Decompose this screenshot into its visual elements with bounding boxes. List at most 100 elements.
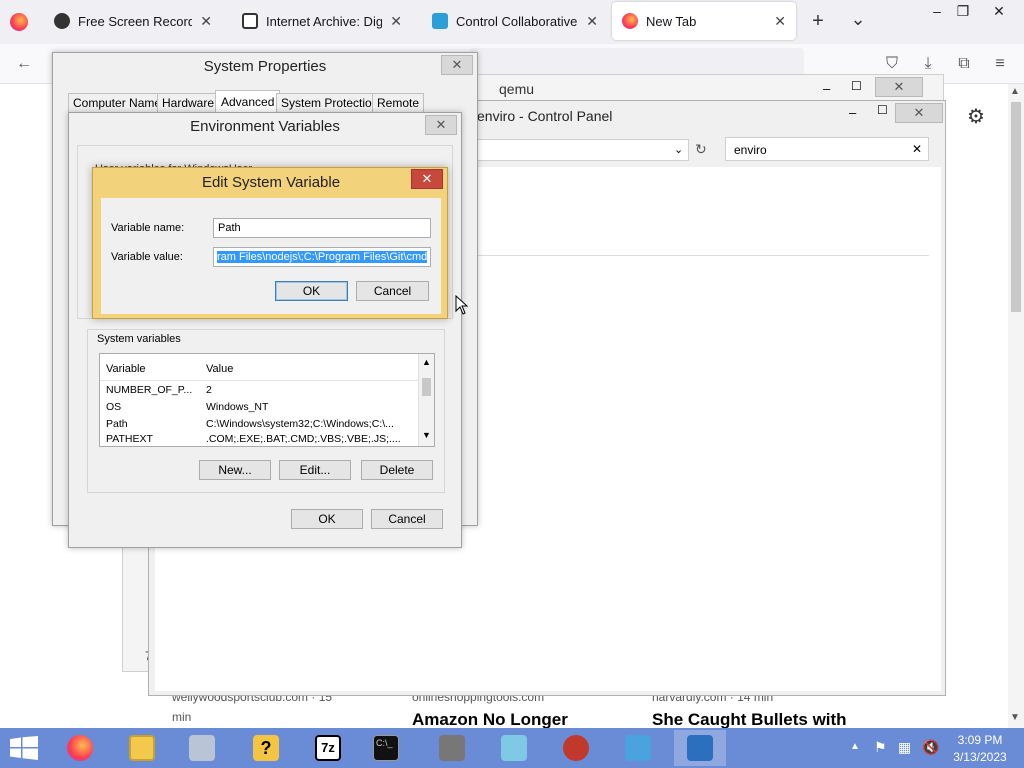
window-title: System Properties xyxy=(203,58,327,75)
ok-button[interactable]: OK xyxy=(275,281,348,301)
edit-variable-button[interactable]: Edit... xyxy=(279,460,351,480)
taskbar-installer[interactable] xyxy=(176,730,228,766)
list-all-tabs-button[interactable]: ⌄ xyxy=(846,8,870,32)
app-icon xyxy=(563,735,589,761)
close-icon[interactable]: ✕ xyxy=(586,13,598,30)
address-bar[interactable]: ⌄ xyxy=(449,139,689,161)
close-icon[interactable]: ✕ xyxy=(411,169,443,189)
taskbar-7zip[interactable]: 7z xyxy=(302,730,354,766)
ok-button[interactable]: OK xyxy=(291,509,363,529)
table-row[interactable]: NUMBER_OF_P... 2 xyxy=(100,382,418,399)
cancel-button[interactable]: Cancel xyxy=(356,281,429,301)
list-scrollbar[interactable]: ▲ ▼ xyxy=(418,354,434,446)
scroll-thumb[interactable] xyxy=(422,378,431,396)
close-icon[interactable]: ✕ xyxy=(441,55,473,75)
taskbar-remote-desktop[interactable] xyxy=(674,730,726,766)
scroll-up-icon[interactable]: ▲ xyxy=(422,357,431,367)
back-arrow-icon[interactable]: ← xyxy=(14,54,34,74)
page-scrollbar[interactable]: ▲ ▼ xyxy=(1008,84,1024,728)
variable-name-field[interactable]: Path xyxy=(213,218,431,238)
tab-label: Internet Archive: Digital L xyxy=(266,13,383,29)
maximize-icon[interactable]: ☐ xyxy=(851,79,862,93)
refresh-icon[interactable]: ↻ xyxy=(695,141,707,158)
maximize-icon[interactable]: ☐ xyxy=(877,103,888,117)
column-header-variable[interactable]: Variable xyxy=(106,363,146,375)
close-icon[interactable]: ✕ xyxy=(774,13,786,30)
restore-icon[interactable]: ❐ xyxy=(948,0,978,22)
taskbar-control-panel[interactable] xyxy=(612,730,664,766)
hamburger-menu-icon[interactable]: ≡ xyxy=(990,54,1010,74)
volume-muted-icon[interactable]: 🔇 xyxy=(922,739,939,756)
taskbar-file-explorer[interactable] xyxy=(116,730,168,766)
tab-system-protection[interactable]: System Protection xyxy=(276,93,384,113)
tab-internet-archive[interactable]: Internet Archive: Digital L ✕ xyxy=(232,2,412,40)
control-panel-title: enviro - Control Panel xyxy=(477,108,613,124)
edit-system-variable-dialog: Edit System Variable ✕ Variable name: Pa… xyxy=(92,167,448,319)
settings-gear-icon[interactable]: ⚙ xyxy=(964,104,988,128)
taskbar-qemu[interactable] xyxy=(426,730,478,766)
tab-advanced[interactable]: Advanced xyxy=(215,90,281,114)
search-input[interactable]: enviro ✕ xyxy=(725,137,929,161)
header-divider xyxy=(100,380,418,381)
taskbar-help[interactable]: ? xyxy=(240,730,292,766)
pocket-icon[interactable]: ⛉ xyxy=(882,54,902,74)
tab-hardware[interactable]: Hardware xyxy=(157,93,220,113)
file-explorer-icon xyxy=(129,735,155,761)
close-icon[interactable]: ✕ xyxy=(390,13,402,30)
story-title: She Caught Bullets with xyxy=(652,710,847,729)
tab-new-tab[interactable]: New Tab ✕ xyxy=(612,2,796,40)
close-window-icon[interactable]: ✕ xyxy=(984,0,1014,22)
taskbar-app[interactable] xyxy=(550,730,602,766)
close-icon[interactable]: ✕ xyxy=(425,115,457,135)
tab-free-screen-recorder[interactable]: Free Screen Recorder - N ✕ xyxy=(44,2,222,40)
variable-cell: NUMBER_OF_P... xyxy=(106,384,193,396)
minimize-icon[interactable]: – xyxy=(823,81,830,96)
show-hidden-icons-icon[interactable]: ▲ xyxy=(850,741,860,752)
variable-cell: Path xyxy=(106,418,128,430)
value-cell: C:\Windows\system32;C:\Windows;C:\... xyxy=(206,418,394,430)
delete-variable-button[interactable]: Delete xyxy=(361,460,433,480)
scroll-thumb[interactable] xyxy=(1011,102,1021,312)
clock-time[interactable]: 3:09 PM xyxy=(948,733,1012,747)
chevron-down-icon[interactable]: ⌄ xyxy=(674,143,683,156)
table-row[interactable]: OS Windows_NT xyxy=(100,399,418,416)
selected-value-text: ram Files\nodejs\;C:\Program Files\Git\c… xyxy=(217,251,428,263)
clock-date[interactable]: 3/13/2023 xyxy=(948,750,1012,764)
firefox-menu-icon[interactable] xyxy=(10,13,28,31)
scroll-down-icon[interactable]: ▼ xyxy=(1010,712,1020,723)
flag-icon[interactable]: ⚑ xyxy=(874,739,887,756)
extensions-icon[interactable]: ⧉ xyxy=(954,54,974,74)
scroll-down-icon[interactable]: ▼ xyxy=(422,430,431,440)
tab-computer-name[interactable]: Computer Name xyxy=(68,93,167,113)
table-row[interactable]: Path C:\Windows\system32;C:\Windows;C:\.… xyxy=(100,416,418,433)
minimize-icon[interactable]: – xyxy=(849,105,856,120)
notepad-icon xyxy=(501,735,527,761)
network-icon[interactable]: ▦ xyxy=(898,739,911,756)
start-windows-icon[interactable] xyxy=(10,736,38,760)
help-icon: ? xyxy=(253,735,279,761)
tab-label: Control Collaborative Vir xyxy=(456,13,578,29)
tab-remote[interactable]: Remote xyxy=(372,93,425,113)
column-header-value[interactable]: Value xyxy=(206,363,233,375)
qemu-icon xyxy=(439,735,465,761)
taskbar-terminal[interactable]: C:\_ xyxy=(360,730,412,766)
taskbar-firefox[interactable] xyxy=(54,730,106,766)
variable-value-field[interactable]: ram Files\nodejs\;C:\Program Files\Git\c… xyxy=(213,247,431,267)
clear-search-icon[interactable]: ✕ xyxy=(912,142,922,156)
download-icon[interactable]: ⤓ xyxy=(918,54,938,74)
close-icon[interactable]: ✕ xyxy=(895,103,943,123)
monitor-icon xyxy=(432,13,448,29)
scroll-up-icon[interactable]: ▲ xyxy=(1010,86,1020,97)
value-cell: 2 xyxy=(206,384,212,396)
story-title: Amazon No Longer xyxy=(412,710,568,729)
tab-control-collaborative[interactable]: Control Collaborative Vir ✕ xyxy=(422,2,608,40)
variable-value-label: Variable value: xyxy=(111,251,183,263)
taskbar-notepad[interactable] xyxy=(488,730,540,766)
new-tab-button[interactable]: + xyxy=(806,10,830,34)
new-variable-button[interactable]: New... xyxy=(199,460,271,480)
table-row[interactable]: PATHEXT .COM;.EXE;.BAT;.CMD;.VBS;.VBE;.J… xyxy=(100,433,418,447)
close-icon[interactable]: ✕ xyxy=(200,13,212,30)
system-variables-list[interactable]: Variable Value NUMBER_OF_P... 2 OS Windo… xyxy=(99,353,435,447)
cancel-button[interactable]: Cancel xyxy=(371,509,443,529)
close-icon[interactable]: ✕ xyxy=(875,77,923,97)
